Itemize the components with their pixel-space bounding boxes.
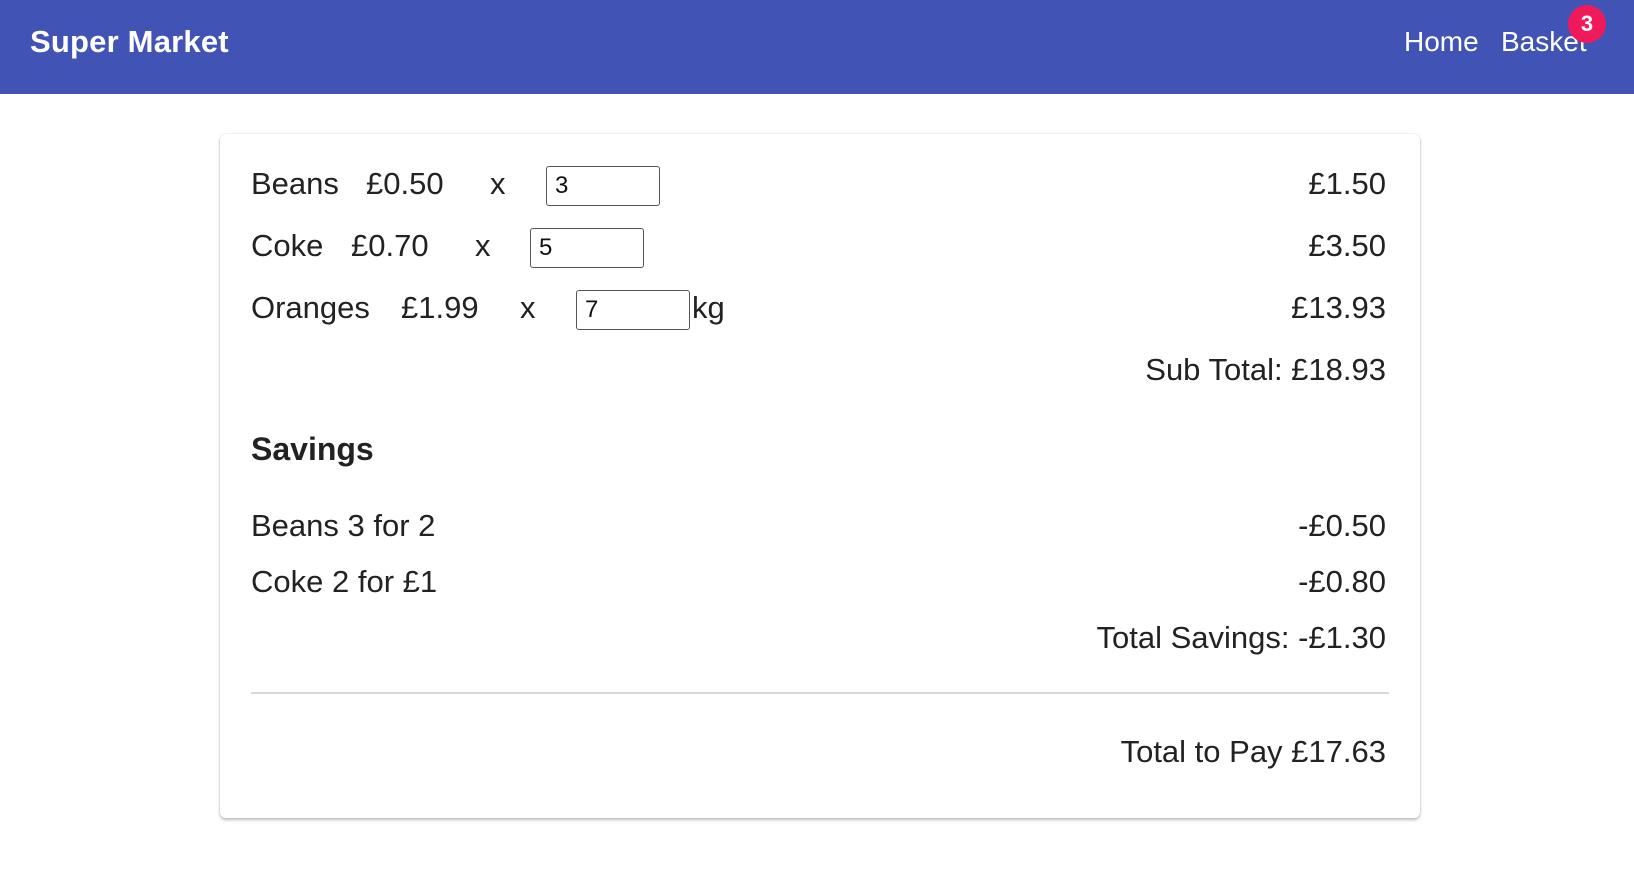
quantity-input-oranges[interactable] <box>576 290 690 330</box>
item-price: £0.50 <box>366 166 444 201</box>
basket-count-badge: 3 <box>1568 5 1606 43</box>
saving-label: Beans 3 for 2 <box>251 508 436 543</box>
saving-amount: -£0.80 <box>1298 564 1386 599</box>
saving-amount: -£0.50 <box>1298 508 1386 543</box>
item-line-total: £1.50 <box>1308 166 1386 201</box>
total-savings: Total Savings: -£1.30 <box>1096 620 1386 655</box>
multiply-sign: x <box>520 290 536 325</box>
item-price: £1.99 <box>401 290 479 325</box>
quantity-input-beans[interactable] <box>546 166 660 206</box>
divider <box>251 692 1389 694</box>
multiply-sign: x <box>475 228 491 263</box>
item-unit: kg <box>692 290 725 325</box>
app-bar: Super Market Home Basket 3 <box>0 0 1634 94</box>
item-name: Beans <box>251 166 339 201</box>
item-line-total: £13.93 <box>1291 290 1386 325</box>
sub-total: Sub Total: £18.93 <box>1145 352 1386 387</box>
savings-heading: Savings <box>251 431 374 467</box>
item-name: Coke <box>251 228 324 263</box>
multiply-sign: x <box>490 166 506 201</box>
item-name: Oranges <box>251 290 370 325</box>
item-line-total: £3.50 <box>1308 228 1386 263</box>
total-to-pay: Total to Pay £17.63 <box>1120 734 1386 769</box>
brand-title[interactable]: Super Market <box>30 24 229 60</box>
basket-card: Beans £0.50 x £1.50 Coke £0.70 x £3.50 O… <box>220 134 1420 818</box>
nav-home-link[interactable]: Home <box>1404 26 1479 58</box>
item-price: £0.70 <box>351 228 429 263</box>
quantity-input-coke[interactable] <box>530 228 644 268</box>
saving-label: Coke 2 for £1 <box>251 564 438 599</box>
